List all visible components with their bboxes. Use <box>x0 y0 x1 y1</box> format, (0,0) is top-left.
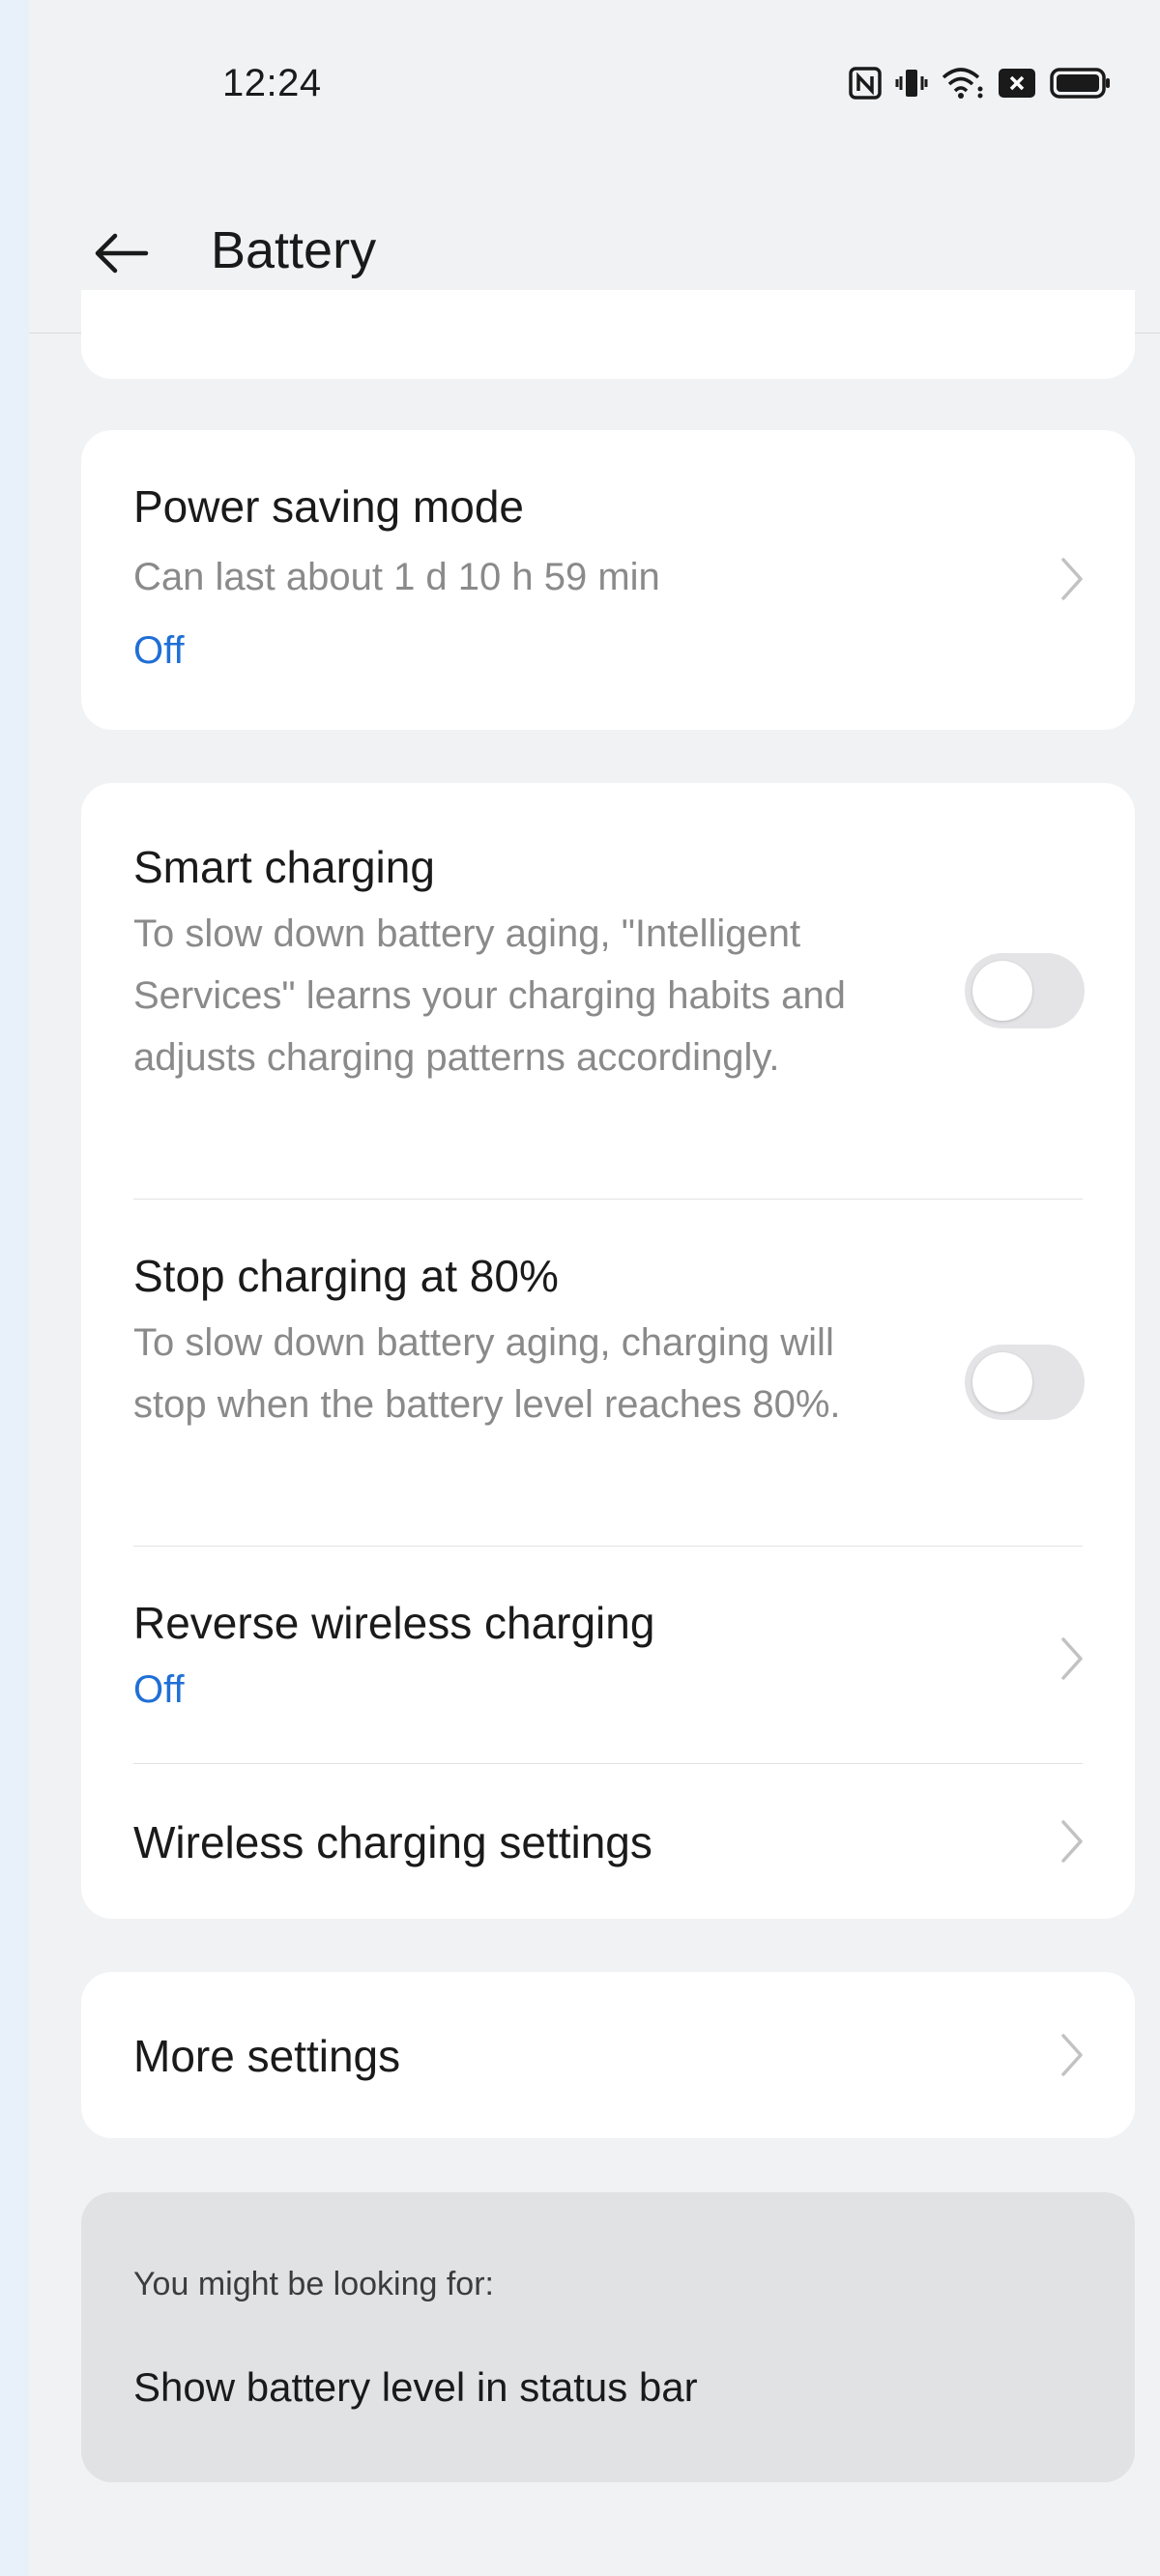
status-bar: 12:24 <box>29 0 1160 174</box>
previous-card-bottom <box>81 290 1135 379</box>
battery-settings-screen: 12:24 Battery Power saving mode Can last… <box>29 0 1160 2576</box>
battery-icon <box>1050 67 1112 100</box>
reverse-wireless-title: Reverse wireless charging <box>133 1598 655 1648</box>
suggestion-show-battery-level[interactable]: Show battery level in status bar <box>133 2364 698 2411</box>
smart-charging-title: Smart charging <box>133 842 435 892</box>
stop-charging-80-toggle[interactable] <box>965 1345 1085 1420</box>
power-saving-estimate: Can last about 1 d 10 h 59 min <box>133 556 660 598</box>
reverse-wireless-state: Off <box>133 1668 185 1711</box>
notification-icon <box>998 67 1036 100</box>
toggle-knob <box>972 961 1032 1021</box>
wireless-charging-settings-title: Wireless charging settings <box>133 1817 652 1867</box>
chevron-right-icon <box>1061 2034 1083 2076</box>
smart-charging-description: To slow down battery aging, "Intelligent… <box>133 912 846 1079</box>
chevron-right-icon <box>1061 1820 1083 1863</box>
power-saving-mode-row[interactable]: Power saving mode Can last about 1 d 10 … <box>81 430 1135 730</box>
status-time: 12:24 <box>222 62 322 104</box>
suggestions-card: You might be looking for: Show battery l… <box>81 2192 1135 2482</box>
nfc-icon <box>849 67 882 100</box>
reverse-wireless-charging-row[interactable]: Reverse wireless charging Off <box>81 1547 1135 1763</box>
more-settings-card[interactable]: More settings <box>81 1972 1135 2138</box>
chevron-right-icon <box>1061 558 1083 600</box>
wifi-icon <box>942 66 984 101</box>
stop-charging-80-description: To slow down battery aging, charging wil… <box>133 1321 841 1426</box>
chevron-right-icon <box>1061 1637 1083 1680</box>
stop-charging-80-title: Stop charging at 80% <box>133 1251 559 1301</box>
page-title: Battery <box>211 221 377 279</box>
charging-card: Smart charging To slow down battery agin… <box>81 783 1135 1919</box>
vibrate-icon <box>895 67 928 100</box>
back-button[interactable] <box>87 224 155 282</box>
more-settings-row[interactable]: More settings <box>81 1972 1135 2138</box>
power-saving-card[interactable]: Power saving mode Can last about 1 d 10 … <box>81 430 1135 730</box>
arrow-left-icon <box>95 233 149 274</box>
smart-charging-toggle[interactable] <box>965 953 1085 1028</box>
smart-charging-row[interactable]: Smart charging To slow down battery agin… <box>81 783 1135 1199</box>
power-saving-state: Off <box>133 629 185 672</box>
suggestions-heading: You might be looking for: <box>133 2266 494 2302</box>
more-settings-title: More settings <box>133 2031 401 2081</box>
stop-charging-80-row[interactable]: Stop charging at 80% To slow down batter… <box>81 1200 1135 1546</box>
status-icons <box>849 64 1112 102</box>
toggle-knob <box>972 1352 1032 1412</box>
power-saving-title: Power saving mode <box>133 481 524 532</box>
wireless-charging-settings-row[interactable]: Wireless charging settings <box>81 1764 1135 1919</box>
